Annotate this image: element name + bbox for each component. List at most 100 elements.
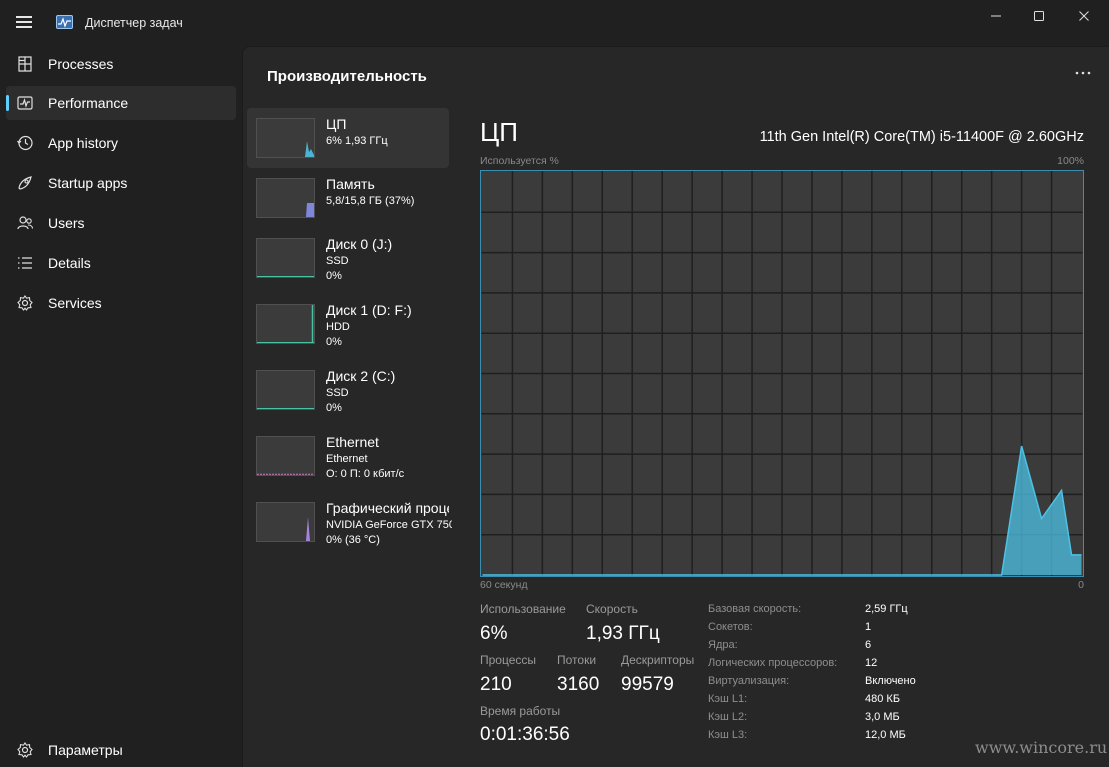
- spec-label: Логических процессоров:: [708, 657, 838, 669]
- sidebar-item-label: Users: [48, 215, 85, 231]
- device-detail: NVIDIA GeForce GTX 750 Ti: [326, 519, 452, 531]
- graph-min-label: 0: [1078, 579, 1084, 591]
- sidebar-item-processes[interactable]: Processes: [6, 47, 236, 81]
- sidebar-item-label: Startup apps: [48, 175, 128, 191]
- sidebar-item-app-history[interactable]: App history: [6, 126, 236, 160]
- close-icon[interactable]: [1072, 8, 1096, 24]
- device-usage: 0%: [326, 270, 342, 282]
- device-detail: 6% 1,93 ГГц: [326, 135, 388, 147]
- hamburger-menu-icon[interactable]: [16, 16, 32, 28]
- sidebar-item-details[interactable]: Details: [6, 246, 236, 280]
- handles-value: 99579: [621, 674, 674, 695]
- disk1-mini-graph: [257, 305, 314, 343]
- spec-value: 6: [865, 639, 872, 651]
- handles-label: Дескрипторы: [621, 653, 695, 667]
- memory-mini-graph: [257, 203, 314, 217]
- device-disk-1[interactable]: Диск 1 (D: F:) HDD 0%: [247, 294, 449, 354]
- uptime-value: 0:01:36:56: [480, 724, 570, 745]
- cpu-heading: ЦП: [480, 117, 518, 147]
- device-usage: 0% (36 °C): [326, 534, 380, 546]
- device-detail: SSD: [326, 387, 349, 399]
- device-name: Графический процессор 0: [326, 500, 449, 516]
- device-thumbnail: [256, 178, 315, 218]
- spec-value: 3,0 МБ: [865, 711, 900, 723]
- processes-value: 210: [480, 674, 512, 695]
- sidebar-item-label: Services: [48, 295, 102, 311]
- minimize-icon[interactable]: [984, 8, 1008, 24]
- processes-label: Процессы: [480, 653, 537, 667]
- task-manager-app-icon: [56, 15, 73, 29]
- users-icon: [17, 216, 34, 230]
- device-detail: HDD: [326, 321, 350, 333]
- graph-x-label: 60 секунд: [480, 579, 528, 591]
- uptime-label: Время работы: [480, 704, 561, 718]
- sidebar-item-label: App history: [48, 135, 119, 151]
- device-disk-2[interactable]: Диск 2 (C:) SSD 0%: [247, 360, 449, 420]
- services-icon: [17, 295, 33, 311]
- cpu-mini-graph: [257, 141, 314, 157]
- sidebar-item-startup-apps[interactable]: Startup apps: [6, 166, 236, 200]
- gpu-mini-graph: [257, 517, 314, 541]
- device-usage: О: 0 П: 0 кбит/с: [326, 468, 405, 480]
- performance-panel: Производительность ЦП 6% 1,93 ГГц Память…: [242, 46, 1109, 767]
- spec-label: Сокетов:: [708, 621, 753, 633]
- device-name: Память: [326, 176, 375, 192]
- spec-label: Виртуализация:: [708, 675, 790, 687]
- device-name: Диск 0 (J:): [326, 236, 393, 252]
- spec-label: Ядра:: [708, 639, 738, 651]
- processes-icon: [18, 56, 32, 72]
- spec-value: Включено: [865, 675, 916, 687]
- settings-label: Параметры: [48, 742, 123, 758]
- app-history-icon: [17, 135, 33, 151]
- disk0-mini-graph: [257, 276, 314, 277]
- spec-label: Кэш L3:: [708, 729, 748, 741]
- sidebar-item-services[interactable]: Services: [6, 286, 236, 320]
- more-options-icon[interactable]: [1073, 65, 1093, 81]
- device-detail: SSD: [326, 255, 349, 267]
- spec-value: 480 КБ: [865, 693, 901, 705]
- sidebar-item-label: Details: [48, 255, 91, 271]
- gear-icon: [17, 742, 33, 758]
- threads-value: 3160: [557, 674, 600, 695]
- performance-icon: [17, 96, 33, 110]
- speed-value: 1,93 ГГц: [586, 623, 660, 644]
- window-title: Диспетчер задач: [85, 16, 183, 30]
- maximize-icon[interactable]: [1027, 8, 1051, 24]
- sidebar-item-label: Processes: [48, 56, 114, 72]
- sidebar-item-users[interactable]: Users: [6, 206, 236, 240]
- title-bar: Диспетчер задач: [0, 0, 1109, 46]
- settings-button[interactable]: Параметры: [6, 737, 236, 763]
- device-thumbnail: [256, 118, 315, 158]
- device-memory[interactable]: Память 5,8/15,8 ГБ (37%): [247, 168, 449, 228]
- device-gpu[interactable]: Графический процессор 0 NVIDIA GeForce G…: [247, 492, 452, 552]
- disk2-mini-graph: [257, 408, 314, 409]
- device-thumbnail: [256, 502, 315, 542]
- spec-value: 2,59 ГГц: [865, 603, 908, 615]
- sidebar: Processes Performance App history Startu…: [0, 46, 242, 767]
- graph-max-label: 100%: [1057, 155, 1084, 167]
- details-icon: [18, 257, 32, 269]
- device-usage: 0%: [326, 336, 342, 348]
- device-thumbnail: [256, 304, 315, 344]
- watermark: www.wincore.ru: [975, 738, 1108, 757]
- device-name: Диск 1 (D: F:): [326, 302, 412, 318]
- device-thumbnail: [256, 370, 315, 410]
- device-thumbnail: [256, 436, 315, 476]
- usage-label: Использование: [480, 602, 566, 616]
- device-name: ЦП: [326, 116, 347, 132]
- device-cpu[interactable]: ЦП 6% 1,93 ГГц: [247, 108, 449, 168]
- device-detail: 5,8/15,8 ГБ (37%): [326, 195, 415, 207]
- startup-apps-icon: [18, 176, 32, 190]
- device-thumbnail: [256, 238, 315, 278]
- device-disk-0[interactable]: Диск 0 (J:) SSD 0%: [247, 228, 449, 288]
- spec-label: Кэш L1:: [708, 693, 748, 705]
- sidebar-item-performance[interactable]: Performance: [6, 86, 236, 120]
- sidebar-item-label: Performance: [48, 95, 129, 111]
- device-ethernet[interactable]: Ethernet Ethernet О: 0 П: 0 кбит/с: [247, 426, 449, 486]
- device-usage: 0%: [326, 402, 342, 414]
- cpu-model: 11th Gen Intel(R) Core(TM) i5-11400F @ 2…: [759, 129, 1084, 145]
- ethernet-mini-graph: [257, 473, 314, 475]
- cpu-usage-graph: [480, 170, 1084, 577]
- spec-value: 12: [865, 657, 878, 669]
- spec-value: 12,0 МБ: [865, 729, 906, 741]
